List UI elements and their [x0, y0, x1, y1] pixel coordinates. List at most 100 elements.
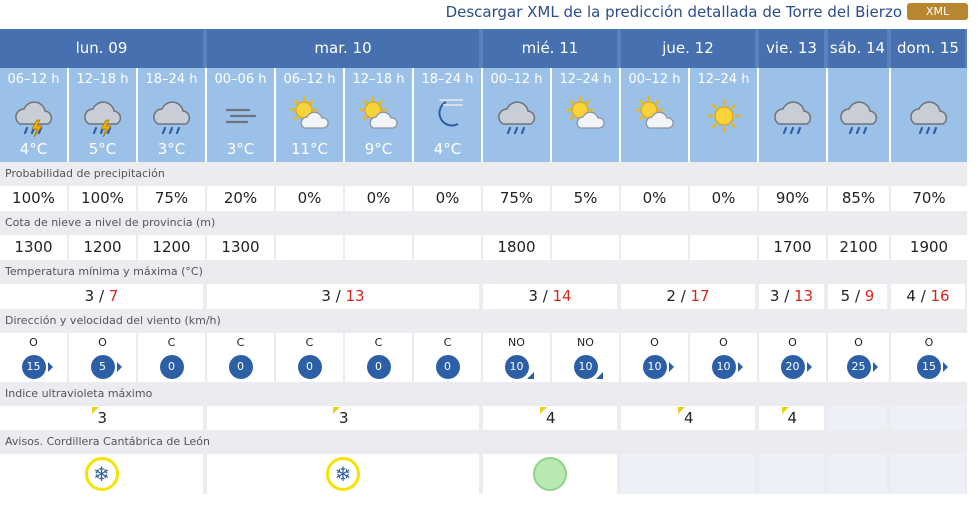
period-cell: 00–12 h	[621, 68, 688, 162]
wind-speed-badge: 0	[228, 355, 253, 379]
snow-value: 1200	[69, 235, 136, 260]
snow-value	[345, 235, 412, 260]
period-cell: 18–24 h 4°C	[414, 68, 481, 162]
forecast-table: lun. 09 mar. 10 mié. 11 jue. 12 vie. 13 sáb. …	[0, 29, 967, 494]
wind-arrow-icon	[47, 362, 53, 372]
wind-direction: O	[29, 336, 38, 349]
period-cell	[891, 68, 967, 162]
xml-badge-button[interactable]: XML	[907, 3, 968, 20]
period-temp: 3°C	[157, 140, 186, 158]
precip-value: 0%	[690, 186, 757, 211]
snow-value	[621, 235, 688, 260]
warning-cell	[828, 454, 887, 494]
wind-arrow-icon	[737, 362, 743, 372]
wind-direction: O	[719, 336, 728, 349]
wind-label: Dirección y velocidad del viento (km/h)	[0, 309, 967, 333]
wind-arrow-icon	[595, 372, 603, 379]
temp-max: 9	[864, 287, 875, 305]
period-temp: 9°C	[364, 140, 393, 158]
day-header[interactable]: dom. 15	[891, 29, 965, 68]
snowflake-icon: ❄	[334, 462, 352, 486]
period-temp: 5°C	[88, 140, 117, 158]
snow-value: 1200	[138, 235, 205, 260]
warning-cell: ❄	[0, 454, 203, 494]
day-header[interactable]: mar. 10	[207, 29, 479, 68]
wind-cell: O 20	[759, 333, 826, 382]
uv-cell: 4	[759, 406, 824, 430]
wind-cell: O 15	[0, 333, 67, 382]
wind-cell: C0	[138, 333, 205, 382]
wind-speed-badge: 0	[435, 355, 460, 379]
day-header[interactable]: mié. 11	[483, 29, 617, 68]
wind-speed-badge: 0	[366, 355, 391, 379]
day-header[interactable]: jue. 12	[621, 29, 755, 68]
wind-direction: O	[854, 336, 863, 349]
snow-warning-icon[interactable]: ❄	[84, 457, 119, 491]
period-cell	[759, 68, 826, 162]
period-temp: 4°C	[19, 140, 48, 158]
day-header[interactable]: sáb. 14	[828, 29, 887, 68]
wind-cell: O5	[69, 333, 136, 382]
wind-speed-badge: 15	[21, 355, 46, 379]
uv-cell: 4	[621, 406, 755, 430]
top-bar: Descargar XML de la predicción detallada…	[0, 0, 980, 28]
wind-direction: O	[98, 336, 107, 349]
temp-min-max: 2 / 17	[621, 284, 755, 309]
snow-warning-icon[interactable]: ❄	[326, 457, 360, 491]
precip-row: 100% 100% 75% 20% 0% 0% 0% 75% 5% 0% 0% 90% 85% 70%	[0, 186, 967, 211]
wind-speed-badge: 10	[573, 355, 598, 379]
temp-max: 13	[794, 287, 814, 305]
uv-cell: 3	[0, 406, 203, 430]
wind-direction: NO	[508, 336, 525, 349]
snow-value	[414, 235, 481, 260]
warning-cell	[891, 454, 965, 494]
period-cell: 06–12 h 4°C	[0, 68, 67, 162]
precip-value: 0%	[345, 186, 412, 211]
temp-min-max: 3 / 7	[0, 284, 203, 309]
precip-value: 100%	[69, 186, 136, 211]
warning-cell: ❄	[207, 454, 479, 494]
precip-value: 75%	[138, 186, 205, 211]
day-header[interactable]: lun. 09	[0, 29, 203, 68]
snow-value: 1300	[0, 235, 67, 260]
temp-max: 7	[108, 287, 119, 305]
period-cell: 06–12 h 11°C	[276, 68, 343, 162]
period-label: 12–18 h	[76, 72, 129, 87]
temp-min: 3	[769, 287, 780, 305]
precip-value: 85%	[828, 186, 889, 211]
temp-min-max: 3 / 13	[207, 284, 479, 309]
period-cell: 12–18 h 5°C	[69, 68, 136, 162]
wind-direction: NO	[577, 336, 594, 349]
uv-value: 4	[546, 409, 556, 427]
period-cell: 00–12 h	[483, 68, 550, 162]
period-label: 12–24 h	[697, 72, 750, 87]
wind-speed-badge: 0	[159, 355, 184, 379]
period-label: 00–12 h	[490, 72, 543, 87]
temp-min-max: 3 / 13	[759, 284, 824, 309]
wind-direction: O	[788, 336, 797, 349]
warnings-label: Avisos. Cordillera Cantábrica de León	[0, 430, 967, 454]
wind-speed-badge: 25	[846, 355, 871, 379]
wind-speed-badge: 10	[504, 355, 529, 379]
wind-cell: C0	[276, 333, 343, 382]
period-cell: 00–06 h 3°C	[207, 68, 274, 162]
uv-cell: 4	[483, 406, 617, 430]
wind-arrow-icon	[872, 362, 878, 372]
wind-arrow-icon	[526, 372, 534, 379]
precip-value: 0%	[414, 186, 481, 211]
uv-cell	[828, 406, 887, 430]
no-warning-icon[interactable]	[533, 457, 567, 491]
wind-arrow-icon	[943, 362, 948, 372]
temp-min: 5	[840, 287, 851, 305]
snow-value	[690, 235, 757, 260]
wind-cell: NO 10	[483, 333, 550, 382]
precip-value: 0%	[621, 186, 688, 211]
day-header[interactable]: vie. 13	[759, 29, 824, 68]
temp-separator: /	[675, 287, 691, 305]
wind-direction: C	[305, 336, 314, 349]
download-xml-link[interactable]: Descargar XML de la predicción detallada…	[446, 3, 902, 21]
period-cell: 18–24 h 3°C	[138, 68, 205, 162]
temp-min: 3	[528, 287, 538, 305]
temp-min: 3	[321, 287, 331, 305]
temp-separator: /	[330, 287, 346, 305]
